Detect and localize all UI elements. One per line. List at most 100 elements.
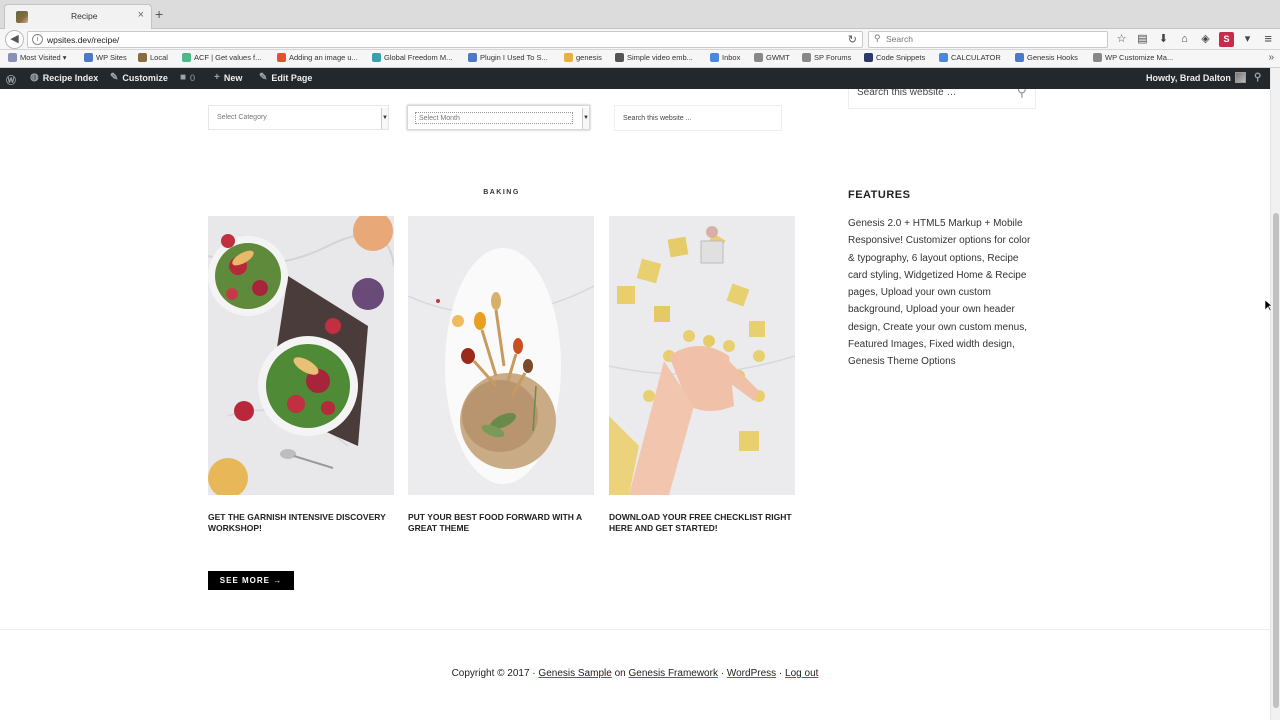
bookmarks-overflow-icon[interactable]: »: [1268, 52, 1274, 63]
site-link[interactable]: Genesis Sample: [538, 668, 611, 679]
footer-separator: ·: [720, 668, 725, 679]
features-widget-text: Genesis 2.0 + HTML5 Markup + Mobile Resp…: [848, 218, 1031, 368]
bookmark-label: genesis: [576, 53, 602, 62]
extension-icon[interactable]: S: [1219, 32, 1234, 47]
card-title[interactable]: PUT YOUR BEST FOOD FORWARD WITH A GREAT …: [408, 512, 594, 534]
clipboard-icon[interactable]: ▤: [1135, 32, 1150, 47]
logout-link[interactable]: Log out: [785, 668, 818, 679]
scrollbar-thumb[interactable]: [1273, 213, 1279, 708]
bookmark-label: WP Sites: [96, 53, 127, 62]
hamburger-menu-icon[interactable]: ≡: [1264, 31, 1272, 46]
bookmark-item[interactable]: CALCULATOR: [939, 53, 1001, 62]
bookmark-item[interactable]: SP Forums: [802, 53, 851, 62]
bookmark-favicon-icon: [372, 53, 381, 62]
bookmark-item[interactable]: Plugin I Used To S...: [468, 53, 548, 62]
month-select-value: Select Month: [419, 115, 460, 122]
pencil-icon: ✎: [259, 72, 268, 83]
see-more-button[interactable]: SEE MORE →: [208, 571, 294, 590]
bookmark-item[interactable]: ACF | Get values f...: [182, 53, 261, 62]
wordpress-link[interactable]: WordPress: [727, 668, 776, 679]
bookmark-favicon-icon: [615, 53, 624, 62]
customize-link[interactable]: ✎ Customize: [110, 72, 168, 83]
bookmark-favicon-icon: [8, 53, 17, 62]
bookmark-label: GWMT: [766, 53, 790, 62]
content-search-placeholder: Search this website ...: [623, 115, 692, 122]
edit-page-label: Edit Page: [271, 72, 313, 83]
features-widget-title: FEATURES: [848, 189, 911, 201]
bookmark-item[interactable]: GWMT: [754, 53, 790, 62]
recipe-index-label: Recipe Index: [42, 72, 99, 83]
bookmark-item[interactable]: Code Snippets: [864, 53, 925, 62]
bookmark-favicon-icon: [802, 53, 811, 62]
sidebar-search-placeholder: Search this website …: [857, 89, 957, 98]
toolbar-icons: ☆ ▤ ⬇ ⌂ ◈ S ▾: [1114, 31, 1255, 48]
card-image-pasta[interactable]: [609, 216, 795, 495]
card-image-salad[interactable]: [208, 216, 394, 495]
category-select-value: Select Category: [217, 114, 267, 121]
bookmark-item[interactable]: Simple video emb...: [615, 53, 693, 62]
bookmark-label: Adding an image u...: [289, 53, 358, 62]
footer-divider: [0, 629, 1270, 630]
bookmark-item[interactable]: Genesis Hooks: [1015, 53, 1078, 62]
month-select[interactable]: Select Month ▼: [407, 105, 590, 130]
home-icon[interactable]: ⌂: [1177, 32, 1192, 47]
comments-link[interactable]: ■ 0: [180, 72, 195, 83]
bookmark-label: Plugin I Used To S...: [480, 53, 548, 62]
url-bar[interactable]: i wpsites.dev/recipe/ ↻: [27, 31, 863, 48]
bookmark-item[interactable]: Adding an image u...: [277, 53, 358, 62]
bookmark-item[interactable]: WP Sites: [84, 53, 127, 62]
browser-search-input[interactable]: [886, 34, 1086, 44]
footer-separator: ·: [778, 668, 783, 679]
bookmark-favicon-icon: [277, 53, 286, 62]
bookmark-item[interactable]: WP Customize Ma...: [1093, 53, 1173, 62]
url-text[interactable]: wpsites.dev/recipe/: [47, 35, 119, 45]
download-icon[interactable]: ⬇: [1156, 32, 1171, 47]
bookmark-label: Simple video emb...: [627, 53, 693, 62]
edit-page-link[interactable]: ✎ Edit Page: [259, 72, 312, 83]
site-footer: Copyright © 2017 · Genesis Sample on Gen…: [0, 668, 1270, 679]
recipe-index-link[interactable]: ◍ Recipe Index: [30, 72, 98, 83]
comments-count: 0: [190, 72, 196, 83]
section-title: BAKING: [483, 189, 520, 196]
account-menu[interactable]: Howdy, Brad Dalton: [1146, 72, 1246, 83]
bookmark-label: Code Snippets: [876, 53, 926, 62]
content-search-input[interactable]: Search this website ...: [614, 105, 782, 131]
plus-icon: +: [214, 72, 220, 83]
category-select[interactable]: Select Category ▼: [208, 105, 389, 130]
search-icon[interactable]: ⚲: [1017, 89, 1027, 100]
info-icon[interactable]: i: [32, 34, 43, 45]
bookmark-item[interactable]: Inbox: [710, 53, 740, 62]
browser-tab-bar: Recipe × +: [0, 0, 1280, 29]
sidebar-search-input[interactable]: Search this website … ⚲: [848, 89, 1036, 109]
browser-search-bar[interactable]: ⚲: [868, 31, 1108, 48]
browser-tab[interactable]: Recipe ×: [4, 4, 152, 29]
back-button[interactable]: ◀: [5, 30, 24, 49]
search-icon: ⚲: [874, 33, 881, 43]
pocket-icon[interactable]: ◈: [1198, 32, 1213, 47]
bookmark-item[interactable]: Local: [138, 53, 168, 62]
genesis-framework-link[interactable]: Genesis Framework: [628, 668, 717, 679]
bookmark-item[interactable]: Global Freedom M...: [372, 53, 452, 62]
bookmark-star-icon[interactable]: ☆: [1114, 32, 1129, 47]
close-tab-icon[interactable]: ×: [138, 9, 144, 21]
bookmark-item[interactable]: Most Visited ▾: [8, 53, 67, 62]
new-tab-button[interactable]: +: [155, 6, 163, 22]
salad-photo: [208, 216, 394, 495]
bookmark-favicon-icon: [564, 53, 573, 62]
pasta-photo: [609, 216, 795, 495]
bookmark-favicon-icon: [84, 53, 93, 62]
bookmarks-bar: Most Visited ▾ WP Sites Local ACF | Get val…: [0, 50, 1280, 68]
card-image-spices[interactable]: [408, 216, 594, 495]
dropdown-arrow-icon: ▼: [381, 108, 388, 129]
new-link[interactable]: + New: [214, 72, 242, 83]
wordpress-logo-icon[interactable]: Ⓦ: [6, 72, 16, 87]
admin-search-icon[interactable]: ⚲: [1254, 72, 1261, 83]
card-title[interactable]: GET THE GARNISH INTENSIVE DISCOVERY WORK…: [208, 512, 394, 534]
page-scrollbar[interactable]: [1270, 68, 1280, 720]
bookmark-label: Inbox: [722, 53, 741, 62]
reload-icon[interactable]: ↻: [848, 33, 857, 46]
card-title[interactable]: DOWNLOAD YOUR FREE CHECKLIST RIGHT HERE …: [609, 512, 795, 534]
bookmark-item[interactable]: genesis: [564, 53, 602, 62]
extension-dropdown-icon[interactable]: ▾: [1240, 32, 1255, 47]
bookmark-favicon-icon: [939, 53, 948, 62]
